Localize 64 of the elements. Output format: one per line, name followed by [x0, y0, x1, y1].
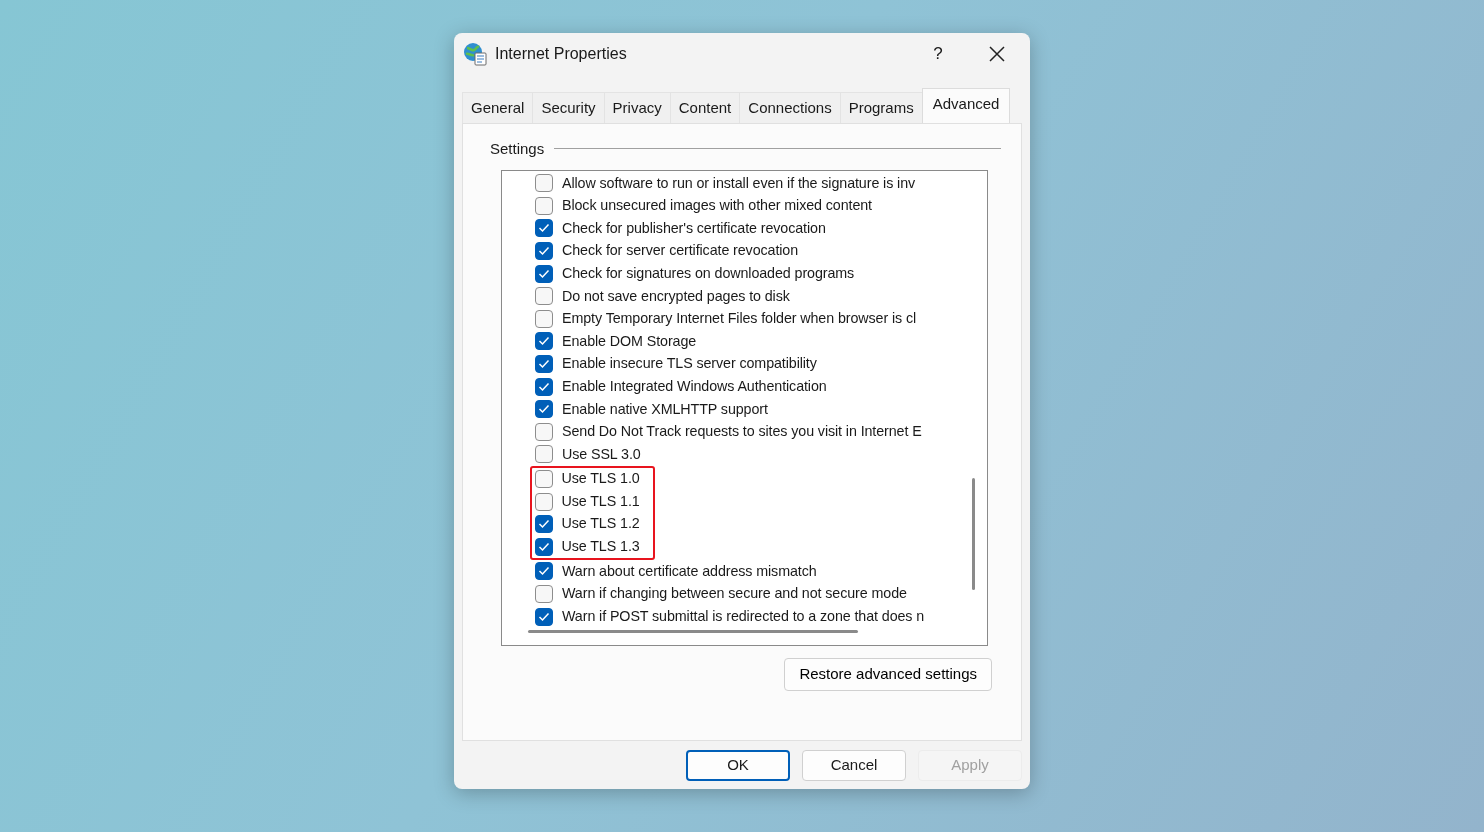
- setting-label: Warn if changing between secure and not secure mode: [562, 584, 907, 604]
- checkbox[interactable]: [535, 309, 553, 328]
- checkbox[interactable]: [535, 196, 553, 215]
- dialog-button[interactable]: OK: [686, 749, 790, 781]
- checkmark-icon: [538, 223, 550, 234]
- vertical-scrollbar-thumb[interactable]: [972, 478, 975, 590]
- checkbox[interactable]: [535, 377, 553, 396]
- setting-label: Warn about certificate address mismatch: [562, 561, 817, 581]
- group-label: Settings: [490, 138, 545, 159]
- checkbox[interactable]: [535, 607, 553, 626]
- checkmark-icon: [538, 611, 550, 622]
- checkbox[interactable]: [535, 585, 553, 603]
- checkbox[interactable]: [535, 400, 553, 419]
- checkmark-icon: [538, 404, 550, 415]
- horizontal-scrollbar-thumb[interactable]: [528, 630, 858, 633]
- help-button[interactable]: ?: [918, 41, 958, 67]
- setting-label: Enable DOM Storage: [562, 331, 697, 351]
- checkmark-icon: [538, 246, 550, 257]
- globe-icon: [463, 42, 487, 66]
- tab[interactable]: Advanced: [921, 88, 1011, 123]
- setting-label: Check for signatures on downloaded programs: [562, 263, 855, 283]
- setting-label: Block unsecured images with other mixed content: [562, 196, 872, 216]
- close-icon: [989, 46, 1005, 62]
- setting-label: Enable insecure TLS server compatibility: [562, 354, 817, 374]
- checkbox[interactable]: [535, 332, 553, 351]
- checkmark-icon: [538, 566, 550, 577]
- setting-label: Use TLS 1.1: [561, 491, 640, 511]
- checkmark-icon: [538, 381, 550, 392]
- dialog-button[interactable]: Cancel: [802, 749, 906, 781]
- setting-label: Use TLS 1.3: [561, 537, 640, 557]
- setting-label: Allow software to run or install even if the signature is inv: [562, 173, 916, 193]
- restore-button[interactable]: Restore advanced settings: [784, 658, 992, 691]
- checkbox[interactable]: [535, 242, 553, 261]
- setting-label: Check for publisher's certificate revocation: [562, 218, 826, 238]
- checkmark-icon: [538, 268, 550, 279]
- checkbox[interactable]: [534, 515, 553, 534]
- checkbox[interactable]: [535, 219, 553, 238]
- setting-label: Enable native XMLHTTP support: [562, 399, 768, 419]
- setting-label: Check for server certificate revocation: [562, 241, 799, 261]
- checkmark-icon: [537, 541, 550, 552]
- setting-label: Do not save encrypted pages to disk: [562, 286, 790, 306]
- checkmark-icon: [538, 359, 550, 370]
- checkbox[interactable]: [535, 562, 553, 581]
- setting-label: Use SSL 3.0: [562, 444, 641, 464]
- setting-label: Send Do Not Track requests to sites you visit in Internet E: [562, 422, 922, 442]
- checkmark-icon: [537, 519, 550, 530]
- checkbox[interactable]: [535, 445, 553, 464]
- checkbox[interactable]: [535, 287, 553, 306]
- checkbox[interactable]: [535, 355, 553, 374]
- setting-label: Use TLS 1.0: [561, 469, 640, 489]
- setting-label: Empty Temporary Internet Files folder when browser is cl: [562, 309, 917, 329]
- checkbox[interactable]: [535, 264, 553, 283]
- checkbox[interactable]: [535, 174, 553, 193]
- checkmark-icon: [538, 336, 550, 347]
- checkbox[interactable]: [534, 470, 553, 488]
- checkbox[interactable]: [534, 492, 553, 511]
- tab[interactable]: General: [462, 92, 534, 123]
- window-title: Internet Properties: [495, 44, 628, 64]
- checkbox[interactable]: [535, 422, 553, 441]
- settings-list[interactable]: [501, 170, 988, 646]
- setting-label: Use TLS 1.2: [561, 514, 640, 534]
- checkbox[interactable]: [534, 537, 553, 556]
- setting-label: Warn if POST submittal is redirected to a zone that does n: [562, 606, 925, 626]
- setting-label: Enable Integrated Windows Authentication: [562, 376, 827, 396]
